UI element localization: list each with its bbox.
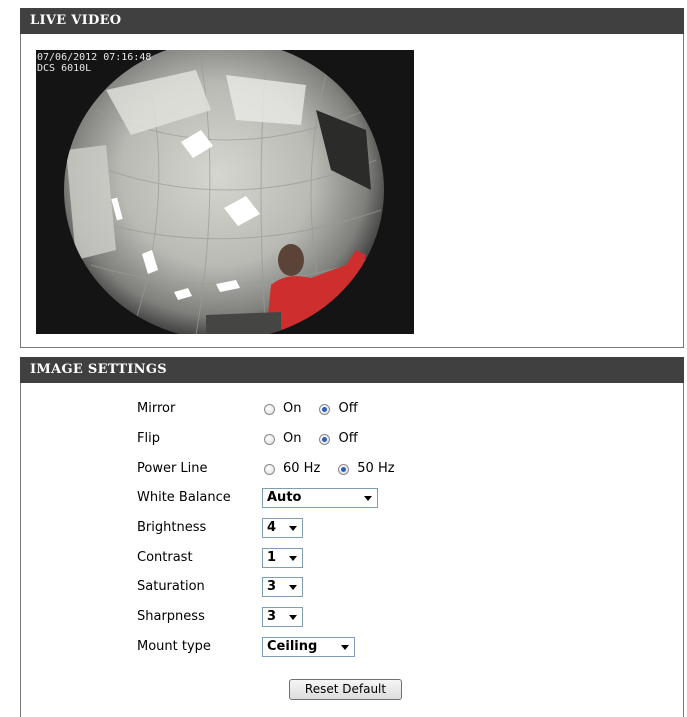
mirror-off-radio[interactable]: Off xyxy=(319,398,358,420)
white-balance-row: White Balance Auto xyxy=(21,487,661,509)
osd-datetime: 07/06/2012 07:16:48 xyxy=(37,52,152,63)
contrast-row: Contrast 1 xyxy=(21,547,661,569)
sharpness-select[interactable]: 3 xyxy=(262,607,303,627)
mirror-radio-group: On Off xyxy=(264,398,376,420)
brightness-value: 4 xyxy=(267,520,277,535)
mirror-on-radio[interactable]: On xyxy=(264,398,301,420)
mount-type-row: Mount type Ceiling xyxy=(21,636,661,658)
flip-label: Flip xyxy=(137,431,160,446)
chevron-down-icon[interactable] xyxy=(341,645,349,650)
power-line-row: Power Line 60 Hz 50 Hz xyxy=(21,458,661,480)
white-balance-value: Auto xyxy=(267,490,302,505)
reset-default-button[interactable]: Reset Default xyxy=(289,679,402,700)
live-video-feed[interactable]: 07/06/2012 07:16:48 DCS 6010L xyxy=(36,50,414,334)
radio-checked-icon[interactable] xyxy=(338,463,350,475)
radio-checked-icon[interactable] xyxy=(319,403,331,415)
saturation-row: Saturation 3 xyxy=(21,576,661,598)
contrast-value: 1 xyxy=(267,550,277,565)
live-video-panel: LIVE VIDEO 07/06/2012 07:16:48 DCS 6010L xyxy=(20,8,684,348)
fisheye-image xyxy=(36,50,414,334)
white-balance-label: White Balance xyxy=(137,490,231,505)
flip-row: Flip On Off xyxy=(21,428,661,450)
saturation-value: 3 xyxy=(267,579,277,594)
saturation-label: Saturation xyxy=(137,579,205,594)
power-line-60hz-radio[interactable]: 60 Hz xyxy=(264,458,320,480)
chevron-down-icon[interactable] xyxy=(289,526,297,531)
chevron-down-icon[interactable] xyxy=(364,496,372,501)
mount-type-label: Mount type xyxy=(137,639,211,654)
flip-on-radio[interactable]: On xyxy=(264,428,301,450)
brightness-select[interactable]: 4 xyxy=(262,518,303,538)
chevron-down-icon[interactable] xyxy=(289,585,297,590)
chevron-down-icon[interactable] xyxy=(289,556,297,561)
flip-radio-group: On Off xyxy=(264,428,376,450)
radio-icon[interactable] xyxy=(264,433,275,445)
power-line-50hz-radio[interactable]: 50 Hz xyxy=(338,458,395,480)
image-settings-header: IMAGE SETTINGS xyxy=(20,357,684,383)
chevron-down-icon[interactable] xyxy=(289,615,297,620)
contrast-select[interactable]: 1 xyxy=(262,548,303,568)
flip-off-radio[interactable]: Off xyxy=(319,428,358,450)
radio-icon[interactable] xyxy=(264,403,275,415)
live-video-header: LIVE VIDEO xyxy=(20,8,684,34)
brightness-row: Brightness 4 xyxy=(21,517,661,539)
mirror-label: Mirror xyxy=(137,401,176,416)
sharpness-label: Sharpness xyxy=(137,609,205,624)
white-balance-select[interactable]: Auto xyxy=(262,488,378,508)
power-line-label: Power Line xyxy=(137,461,208,476)
saturation-select[interactable]: 3 xyxy=(262,577,303,597)
radio-checked-icon[interactable] xyxy=(319,433,331,445)
contrast-label: Contrast xyxy=(137,550,193,565)
osd-camera-name: DCS 6010L xyxy=(37,63,92,74)
radio-icon[interactable] xyxy=(264,463,275,475)
mount-type-value: Ceiling xyxy=(267,639,318,654)
mount-type-select[interactable]: Ceiling xyxy=(262,637,355,657)
brightness-label: Brightness xyxy=(137,520,207,535)
power-line-radio-group: 60 Hz 50 Hz xyxy=(264,458,413,480)
mirror-row: Mirror On Off xyxy=(21,398,661,420)
sharpness-value: 3 xyxy=(267,609,277,624)
image-settings-panel: IMAGE SETTINGS Mirror On Off Flip On Off… xyxy=(20,357,684,717)
video-osd: 07/06/2012 07:16:48 DCS 6010L xyxy=(37,52,151,74)
sharpness-row: Sharpness 3 xyxy=(21,606,661,628)
